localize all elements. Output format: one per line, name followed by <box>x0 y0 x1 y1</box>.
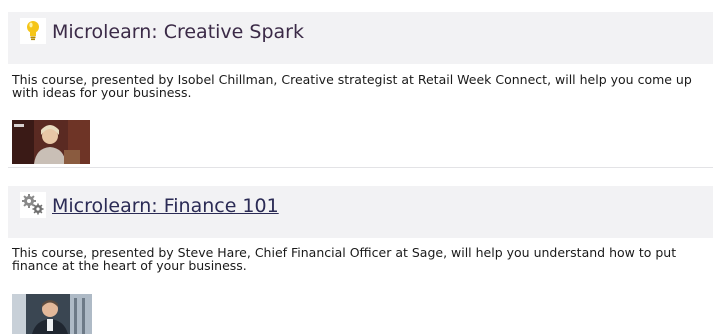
course-header: Microlearn: Creative Spark <box>8 12 713 64</box>
course-video-thumbnail[interactable] <box>12 294 92 334</box>
gears-icon <box>20 192 46 218</box>
lightbulb-icon <box>20 18 46 44</box>
course-description: This course, presented by Steve Hare, Ch… <box>12 245 677 273</box>
section-divider <box>8 167 713 168</box>
course-title-link[interactable]: Microlearn: Finance 101 <box>52 194 279 218</box>
course-header: Microlearn: Finance 101 <box>8 186 713 238</box>
course-title: Microlearn: Creative Spark <box>52 21 304 43</box>
course-description: This course, presented by Isobel Chillma… <box>12 72 692 100</box>
course-video-thumbnail[interactable] <box>12 120 90 164</box>
